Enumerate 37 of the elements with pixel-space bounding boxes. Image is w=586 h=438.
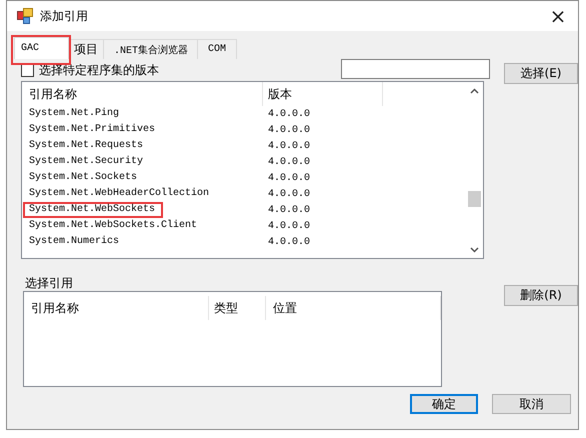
version-cell: 4.0.0.0 [268,140,310,152]
version-cell: 4.0.0.0 [268,188,310,200]
version-field[interactable] [341,59,490,79]
version-cell: 4.0.0.0 [268,220,310,232]
assembly-name[interactable]: System.Net.Sockets [23,170,142,186]
tab[interactable]: .NET集合浏览器 [103,39,199,59]
column-header[interactable]: 类型 [209,296,266,320]
version-cell: 4.0.0.0 [268,172,310,184]
column-header[interactable]: 位置 [266,296,441,320]
app-icon [17,8,33,24]
window-title: 添加引用 [40,8,89,24]
assembly-name[interactable]: System.Net.WebHeaderCollection [23,186,214,202]
version-cell: 4.0.0.0 [268,124,310,136]
assembly-name[interactable]: System.Net.Security [23,154,148,170]
tab[interactable]: GAC [14,37,69,59]
assembly-name[interactable]: System.Net.Ping [23,106,124,122]
version-cell: 4.0.0.0 [268,108,310,120]
assembly-name[interactable]: System.Net.WebSockets.Client [23,218,202,234]
column-header[interactable]: 引用名称 [24,296,209,320]
close-button[interactable]: × [538,1,578,31]
tab[interactable]: COM [197,39,237,59]
select-button[interactable]: 选择(E) [504,63,578,84]
column-header[interactable]: 引用名称 [22,82,263,106]
column-header[interactable]: 版本 [263,82,383,106]
remove-button[interactable]: 删除(R) [504,285,578,306]
version-cell: 4.0.0.0 [268,156,310,168]
checkbox-label: 选择特定程序集的版本 [39,62,159,78]
assembly-name[interactable]: System.Net.WebSockets [23,202,164,218]
assembly-name[interactable]: System.Net.Primitives [23,122,160,138]
assembly-name[interactable]: System.Net.Requests [23,138,148,154]
assembly-name[interactable]: System.Numerics [23,234,124,250]
version-cell: 4.0.0.0 [268,236,310,248]
scroll-thumb[interactable] [468,191,481,207]
ok-button[interactable]: 确定 [410,394,478,414]
section-label: 选择引用 [25,275,74,289]
version-cell: 4.0.0.0 [268,204,310,216]
cancel-button[interactable]: 取消 [492,394,571,414]
